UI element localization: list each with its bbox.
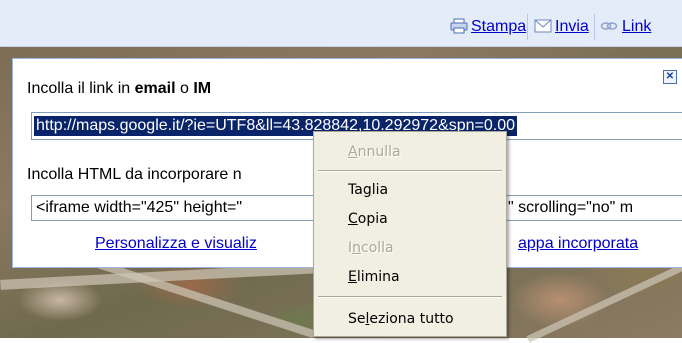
link-link[interactable]: Link: [622, 18, 651, 36]
menu-item-delete[interactable]: Elimina: [316, 265, 504, 289]
embed-html-label: Incolla HTML da incorporare n: [27, 166, 242, 183]
email-im-label: Incolla il link in email o IM: [27, 80, 212, 97]
envelope-icon[interactable]: [534, 18, 552, 34]
map-road: [526, 264, 682, 343]
context-menu: Annulla Taglia Copia Incolla Elimina Sel…: [313, 131, 507, 337]
embed-html-text: <iframe width="425" height=": [36, 199, 243, 216]
menu-item-undo[interactable]: Annulla: [316, 140, 504, 164]
customize-preview-link[interactable]: Personalizza e visualiz: [95, 235, 257, 253]
toolbar-divider: [594, 14, 595, 40]
toolbar-divider: [527, 14, 528, 40]
chain-link-icon[interactable]: [600, 18, 618, 34]
menu-separator: [318, 170, 502, 172]
send-link[interactable]: Invia: [555, 18, 589, 36]
customize-preview-link-end[interactable]: appa incorporata: [518, 235, 638, 253]
menu-item-paste[interactable]: Incolla: [316, 236, 504, 260]
menu-item-cut[interactable]: Taglia: [316, 178, 504, 202]
close-x-icon[interactable]: ✕: [663, 70, 677, 84]
map-toolbar: Stampa Invia Link: [0, 0, 682, 47]
menu-item-copy[interactable]: Copia: [316, 207, 504, 231]
menu-separator: [318, 296, 502, 298]
embed-html-text-tail: " scrolling="no" m: [508, 199, 634, 216]
menu-item-select-all[interactable]: Seleziona tutto: [316, 307, 504, 331]
printer-icon[interactable]: [450, 18, 468, 34]
print-link[interactable]: Stampa: [471, 18, 526, 36]
